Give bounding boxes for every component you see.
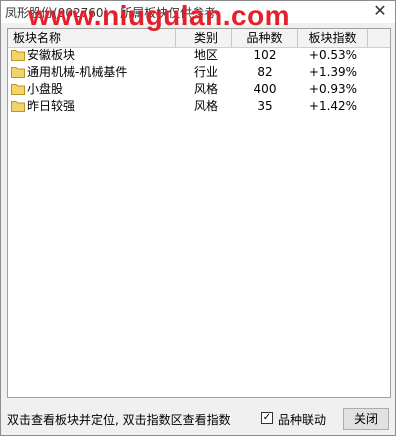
checkbox-label[interactable]: 品种联动 (278, 411, 326, 428)
link-symbols-checkbox[interactable]: ✓ (261, 412, 273, 424)
column-header-index[interactable]: 板块指数 (298, 29, 368, 47)
table-row[interactable]: 通用机械-机械基件 行业 82 +1.39% (8, 64, 390, 81)
table-row[interactable]: 安徽板块 地区 102 +0.53% (8, 47, 390, 64)
sector-count: 35 (257, 99, 273, 113)
sector-index-change: +0.53% (308, 48, 358, 62)
window-title: 凤形股份(002760) - 所属板块仅供参考 (5, 6, 217, 20)
sector-index-change: +0.93% (308, 82, 358, 96)
column-header-name[interactable]: 板块名称 (8, 29, 176, 47)
folder-icon (11, 84, 25, 95)
sector-index-change: +1.39% (308, 65, 358, 79)
dialog-window: 凤形股份(002760) - 所属板块仅供参考 ✕ 板块名称 类别 品种数 板块… (0, 0, 396, 436)
sector-name: 昨日较强 (27, 99, 76, 113)
folder-icon (11, 50, 25, 61)
list-header: 板块名称 类别 品种数 板块指数 (8, 29, 390, 48)
table-row[interactable]: 小盘股 风格 400 +0.93% (8, 81, 390, 98)
sector-name: 小盘股 (27, 82, 64, 96)
column-header-category[interactable]: 类别 (176, 29, 232, 47)
sector-category: 地区 (194, 48, 219, 62)
sector-count: 400 (253, 82, 277, 96)
sector-count: 102 (253, 48, 277, 62)
column-header-count[interactable]: 品种数 (232, 29, 298, 47)
hint-text: 双击查看板块并定位, 双击指数区查看指数 (7, 413, 231, 427)
sector-count: 82 (257, 65, 273, 79)
table-row[interactable]: 昨日较强 风格 35 +1.42% (8, 98, 390, 115)
close-button[interactable]: 关闭 (343, 408, 389, 430)
status-bar: 双击查看板块并定位, 双击指数区查看指数 ✓ 品种联动 关闭 (1, 404, 395, 434)
title-bar: 凤形股份(002760) - 所属板块仅供参考 ✕ (1, 1, 395, 23)
close-icon[interactable]: ✕ (371, 2, 389, 20)
sector-category: 行业 (194, 65, 219, 79)
folder-icon (11, 101, 25, 112)
sector-name: 安徽板块 (27, 48, 76, 62)
sector-list[interactable]: 板块名称 类别 品种数 板块指数 安徽板块 地区 102 +0.53% 通用机械… (7, 28, 391, 398)
sector-name: 通用机械-机械基件 (27, 65, 128, 79)
sector-category: 风格 (194, 99, 219, 113)
folder-icon (11, 67, 25, 78)
sector-category: 风格 (194, 82, 219, 96)
sector-index-change: +1.42% (308, 99, 358, 113)
